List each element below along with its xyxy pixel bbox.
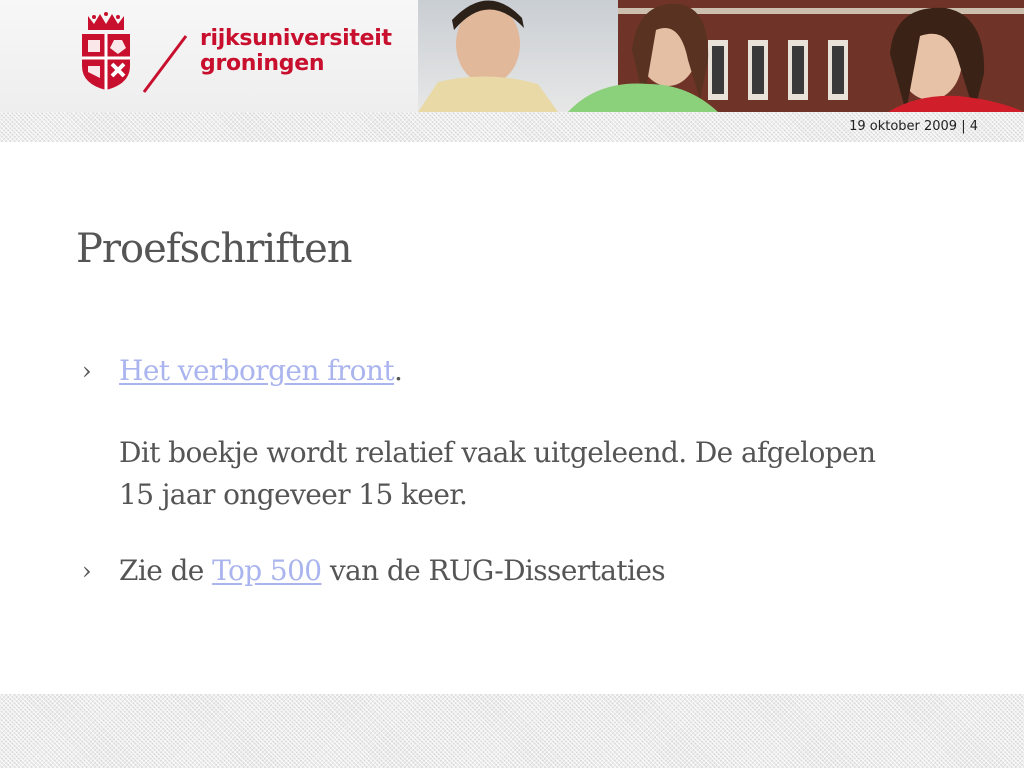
bullet-item: › Zie de Top 500 van de RUG-Dissertaties bbox=[82, 550, 882, 592]
slide-title: Proefschriften bbox=[76, 226, 353, 272]
header-photo bbox=[418, 0, 1024, 112]
bullet-marker: › bbox=[82, 557, 92, 585]
bullet-list: › Het verborgen front. Dit boekje wordt … bbox=[82, 350, 882, 592]
bullet-item: › Het verborgen front. Dit boekje wordt … bbox=[82, 350, 882, 516]
crest-icon bbox=[82, 12, 130, 90]
link-top-500[interactable]: Top 500 bbox=[212, 554, 322, 587]
slide-date-page: 19 oktober 2009 | 4 bbox=[849, 119, 978, 134]
bullet-text-suffix: . bbox=[394, 354, 403, 387]
bullet-marker: › bbox=[82, 357, 92, 385]
university-name-line2: groningen bbox=[200, 51, 325, 76]
university-name-line1: rijksuniversiteit bbox=[200, 26, 392, 51]
bullet-text-suffix: van de RUG-Dissertaties bbox=[321, 554, 666, 587]
university-name: rijksuniversiteit groningen bbox=[200, 26, 392, 76]
university-logo: rijksuniversiteit groningen bbox=[78, 12, 418, 96]
bullet-paragraph: Dit boekje wordt relatief vaak uitgeleen… bbox=[119, 436, 876, 511]
bottom-pattern-band bbox=[0, 694, 1024, 768]
slide-header: rijksuniversiteit groningen bbox=[0, 0, 1024, 112]
bullet-text-prefix: Zie de bbox=[119, 554, 213, 587]
logo-slash-icon bbox=[142, 35, 188, 93]
link-het-verborgen-front[interactable]: Het verborgen front bbox=[119, 354, 395, 387]
